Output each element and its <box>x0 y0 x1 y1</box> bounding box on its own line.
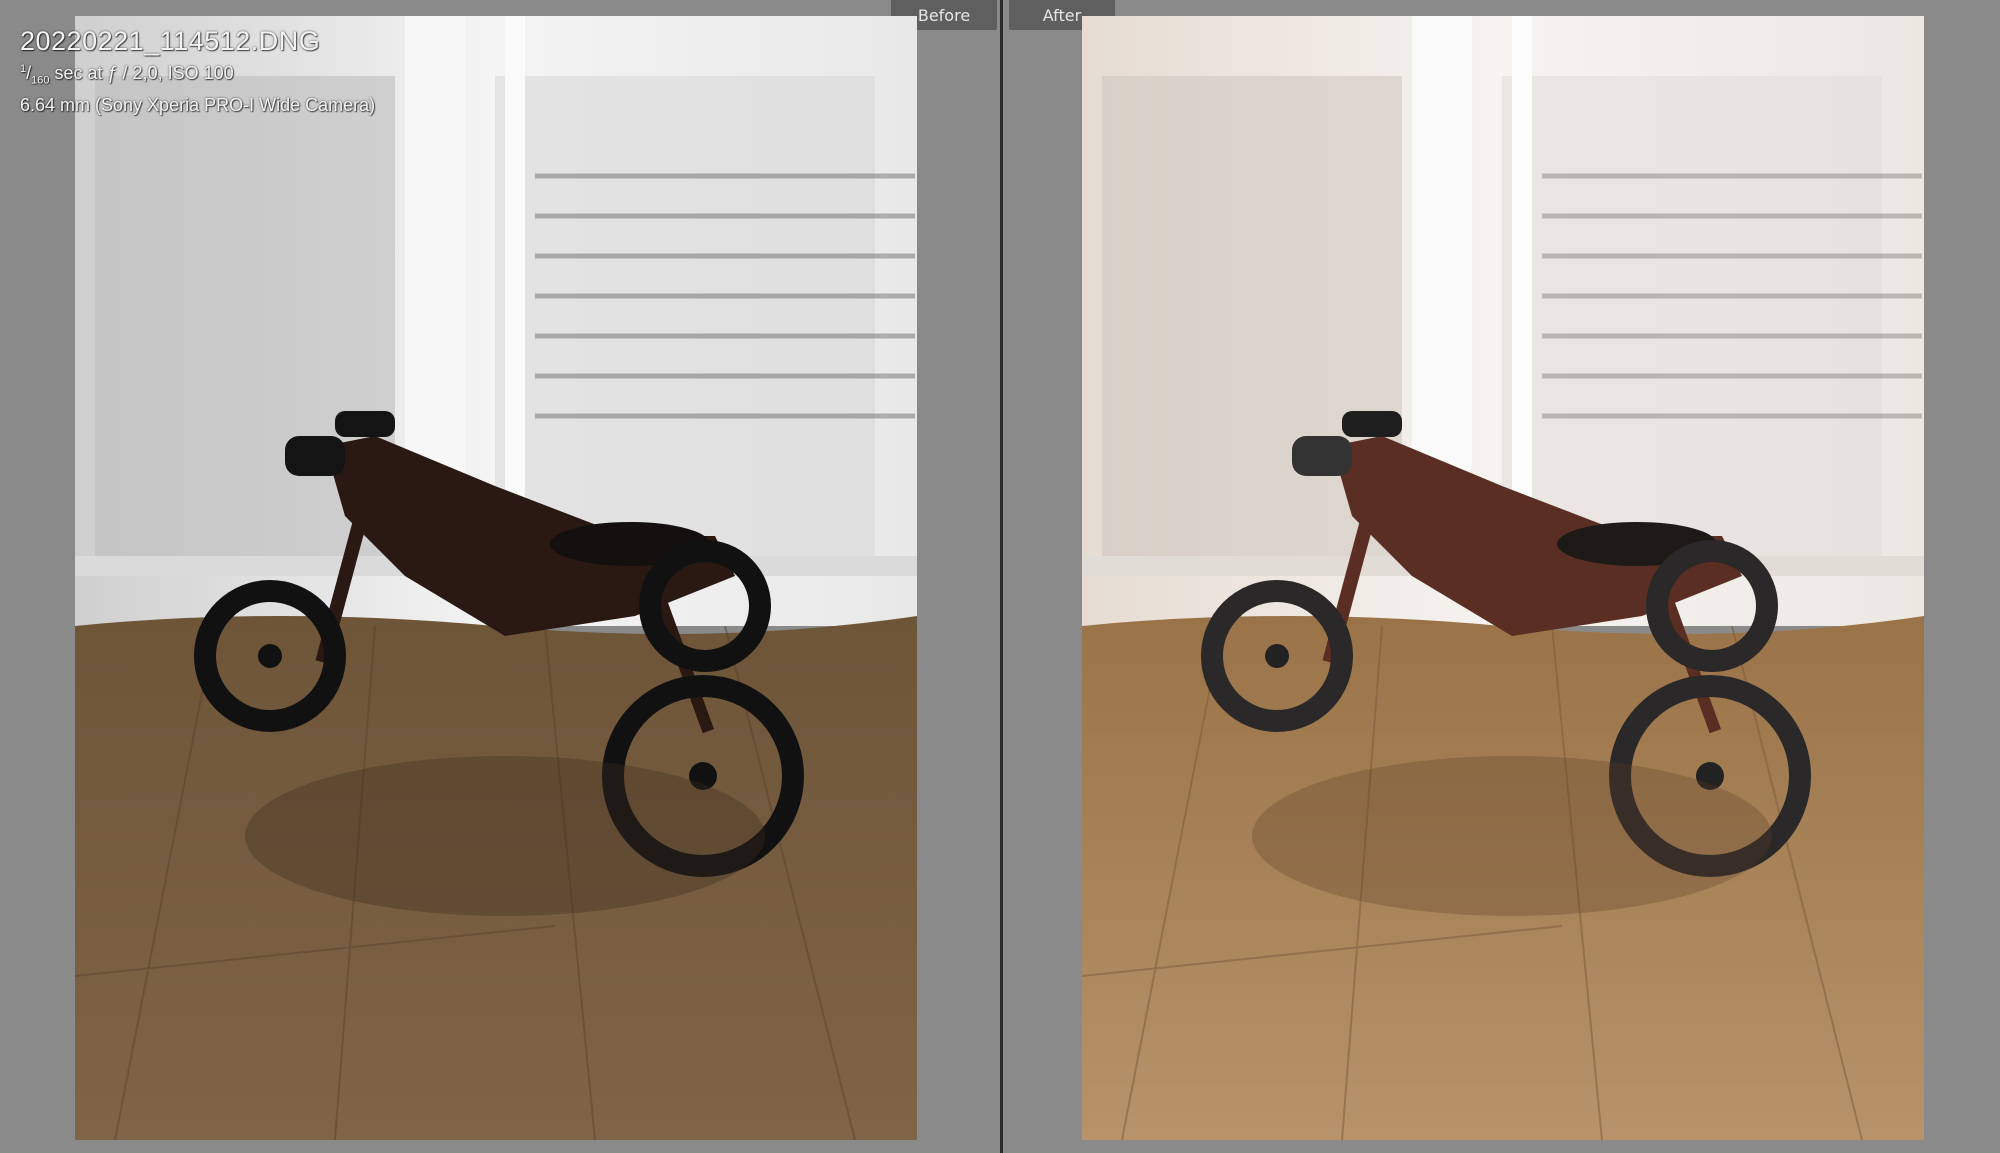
after-photo[interactable] <box>1082 16 1924 1140</box>
before-pane: Before 20220221_114512.DNG 1/160 sec at … <box>0 0 1000 1153</box>
photo-info-overlay: 20220221_114512.DNG 1/160 sec at ƒ / 2,0… <box>20 26 375 117</box>
after-photo-image <box>1082 16 1924 1140</box>
before-photo-image <box>75 16 917 1140</box>
before-photo[interactable] <box>75 16 917 1140</box>
filename-text: 20220221_114512.DNG <box>20 26 321 56</box>
lens-text: 6.64 mm (Sony Xperia PRO-I Wide Camera) <box>20 94 376 115</box>
after-pane: After <box>1003 0 2000 1153</box>
exposure-text: 1/160 sec at ƒ / 2,0, ISO 100 <box>20 63 234 87</box>
